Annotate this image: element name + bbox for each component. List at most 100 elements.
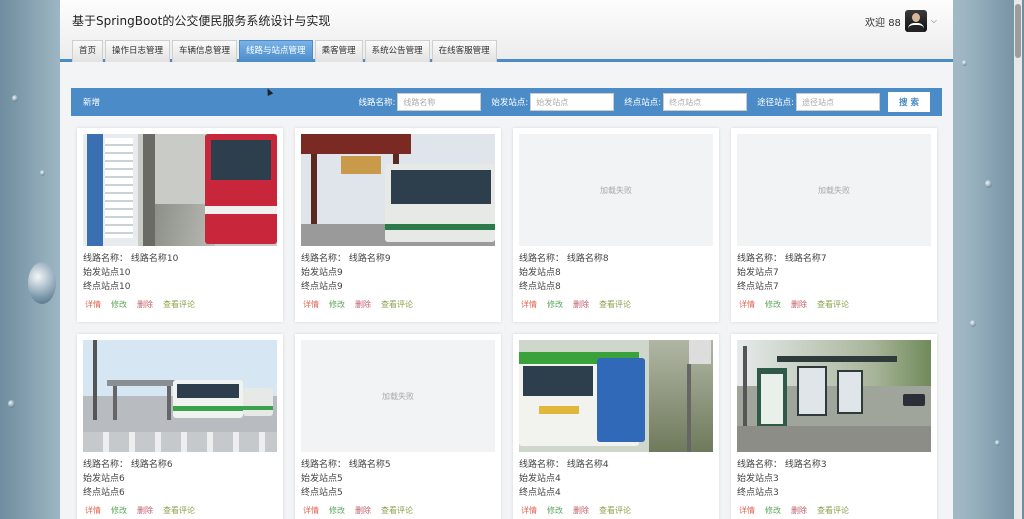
tab-vehicle-info[interactable]: 车辆信息管理 — [172, 40, 238, 62]
delete-link[interactable]: 删除 — [137, 505, 153, 516]
card-actions: 详情 修改 删除 查看评论 — [739, 505, 849, 516]
edit-link[interactable]: 修改 — [765, 505, 781, 516]
raindrop-decoration — [985, 180, 992, 188]
route-card: 加载失败 线路名称： 线路名称8 始发站点8 终点站点8 详情 修改 删除 查看… — [513, 128, 719, 322]
route-card: 加载失败 线路名称： 线路名称5 始发站点5 终点站点5 详情 修改 删除 查看… — [295, 334, 501, 519]
route-name-label: 线路名称: — [358, 98, 396, 108]
route-image[interactable] — [83, 134, 277, 246]
route-image-failed[interactable]: 加载失败 — [737, 134, 931, 246]
route-info: 线路名称： 线路名称6 始发站点6 终点站点6 — [83, 458, 173, 500]
end-station-label: 终点站点: — [624, 98, 662, 108]
route-info: 线路名称： 线路名称8 始发站点8 终点站点8 — [519, 252, 609, 294]
search-button[interactable]: 搜 索 — [888, 92, 930, 112]
card-actions: 详情 修改 删除 查看评论 — [739, 299, 849, 310]
detail-link[interactable]: 详情 — [521, 299, 537, 310]
start-station: 始发站点5 — [301, 474, 343, 484]
card-actions: 详情 修改 删除 查看评论 — [303, 299, 413, 310]
avatar[interactable] — [904, 10, 927, 32]
route-image-failed[interactable]: 加载失败 — [301, 340, 495, 452]
start-station: 始发站点9 — [301, 268, 343, 278]
raindrop-decoration — [12, 95, 18, 102]
route-image[interactable] — [519, 340, 713, 452]
nav-tabs: 首页 操作日志管理 车辆信息管理 线路与站点管理 乘客管理 系统公告管理 在线客… — [72, 40, 497, 62]
route-name: 线路名称： 线路名称8 — [519, 254, 609, 264]
detail-link[interactable]: 详情 — [303, 299, 319, 310]
route-card: 线路名称： 线路名称9 始发站点9 终点站点9 详情 修改 删除 查看评论 — [295, 128, 501, 322]
end-station: 终点站点3 — [737, 488, 779, 498]
tab-online-service[interactable]: 在线客服管理 — [431, 40, 497, 62]
detail-link[interactable]: 详情 — [85, 505, 101, 516]
tab-operation-log[interactable]: 操作日志管理 — [105, 40, 171, 62]
edit-link[interactable]: 修改 — [329, 299, 345, 310]
add-button[interactable]: 新增 — [83, 96, 100, 108]
raindrop-decoration — [970, 320, 976, 327]
start-station: 始发站点8 — [519, 268, 561, 278]
route-image[interactable] — [83, 340, 277, 452]
via-station-input[interactable] — [796, 93, 880, 111]
image-fail-text: 加载失败 — [600, 185, 632, 195]
delete-link[interactable]: 删除 — [573, 299, 589, 310]
view-reviews-link[interactable]: 查看评论 — [599, 299, 631, 310]
page-scrollbar[interactable] — [1014, 0, 1022, 519]
view-reviews-link[interactable]: 查看评论 — [381, 299, 413, 310]
raindrop-decoration — [40, 170, 45, 176]
card-actions: 详情 修改 删除 查看评论 — [521, 299, 631, 310]
route-name: 线路名称： 线路名称5 — [301, 460, 391, 470]
detail-link[interactable]: 详情 — [521, 505, 537, 516]
view-reviews-link[interactable]: 查看评论 — [817, 299, 849, 310]
route-image-failed[interactable]: 加载失败 — [519, 134, 713, 246]
tab-home[interactable]: 首页 — [72, 40, 104, 62]
delete-link[interactable]: 删除 — [137, 299, 153, 310]
delete-link[interactable]: 删除 — [573, 505, 589, 516]
end-station: 终点站点10 — [83, 282, 131, 292]
view-reviews-link[interactable]: 查看评论 — [163, 299, 195, 310]
start-station-label: 始发站点: — [491, 98, 529, 108]
delete-link[interactable]: 删除 — [355, 505, 371, 516]
view-reviews-link[interactable]: 查看评论 — [163, 505, 195, 516]
route-card: 加载失败 线路名称： 线路名称7 始发站点7 终点站点7 详情 修改 删除 查看… — [731, 128, 937, 322]
edit-link[interactable]: 修改 — [329, 505, 345, 516]
detail-link[interactable]: 详情 — [303, 505, 319, 516]
route-card-grid: 线路名称： 线路名称10 始发站点10 终点站点10 详情 修改 删除 查看评论 — [77, 128, 937, 519]
image-fail-text: 加载失败 — [818, 185, 850, 195]
route-card: 线路名称： 线路名称3 始发站点3 终点站点3 详情 修改 删除 查看评论 — [731, 334, 937, 519]
delete-link[interactable]: 删除 — [791, 505, 807, 516]
detail-link[interactable]: 详情 — [85, 299, 101, 310]
edit-link[interactable]: 修改 — [765, 299, 781, 310]
card-actions: 详情 修改 删除 查看评论 — [85, 505, 195, 516]
welcome-text: 欢迎 88 — [865, 17, 901, 29]
route-image[interactable] — [301, 134, 495, 246]
end-station-input[interactable] — [663, 93, 748, 111]
chevron-down-icon[interactable]: ⌵ — [931, 16, 937, 26]
route-name-input[interactable] — [397, 93, 482, 111]
edit-link[interactable]: 修改 — [111, 505, 127, 516]
route-image[interactable] — [737, 340, 931, 452]
start-station: 始发站点6 — [83, 474, 125, 484]
start-station: 始发站点3 — [737, 474, 779, 484]
route-name: 线路名称： 线路名称3 — [737, 460, 827, 470]
route-info: 线路名称： 线路名称7 始发站点7 终点站点7 — [737, 252, 827, 294]
route-card: 线路名称： 线路名称6 始发站点6 终点站点6 详情 修改 删除 查看评论 — [77, 334, 283, 519]
route-card: 线路名称： 线路名称10 始发站点10 终点站点10 详情 修改 删除 查看评论 — [77, 128, 283, 322]
scrollbar-thumb[interactable] — [1015, 4, 1021, 58]
edit-link[interactable]: 修改 — [111, 299, 127, 310]
start-station-input[interactable] — [530, 93, 615, 111]
raindrop-decoration — [28, 262, 56, 304]
delete-link[interactable]: 删除 — [791, 299, 807, 310]
user-menu[interactable]: 欢迎 88 ⌵ — [865, 10, 937, 32]
detail-link[interactable]: 详情 — [739, 505, 755, 516]
delete-link[interactable]: 删除 — [355, 299, 371, 310]
view-reviews-link[interactable]: 查看评论 — [817, 505, 849, 516]
tab-announcements[interactable]: 系统公告管理 — [364, 40, 430, 62]
edit-link[interactable]: 修改 — [547, 299, 563, 310]
route-name: 线路名称： 线路名称6 — [83, 460, 173, 470]
tab-passengers[interactable]: 乘客管理 — [314, 40, 363, 62]
edit-link[interactable]: 修改 — [547, 505, 563, 516]
end-station: 终点站点5 — [301, 488, 343, 498]
view-reviews-link[interactable]: 查看评论 — [381, 505, 413, 516]
start-station: 始发站点4 — [519, 474, 561, 484]
tab-routes-stations[interactable]: 线路与站点管理 — [239, 40, 313, 62]
raindrop-decoration — [995, 440, 1000, 446]
detail-link[interactable]: 详情 — [739, 299, 755, 310]
view-reviews-link[interactable]: 查看评论 — [599, 505, 631, 516]
